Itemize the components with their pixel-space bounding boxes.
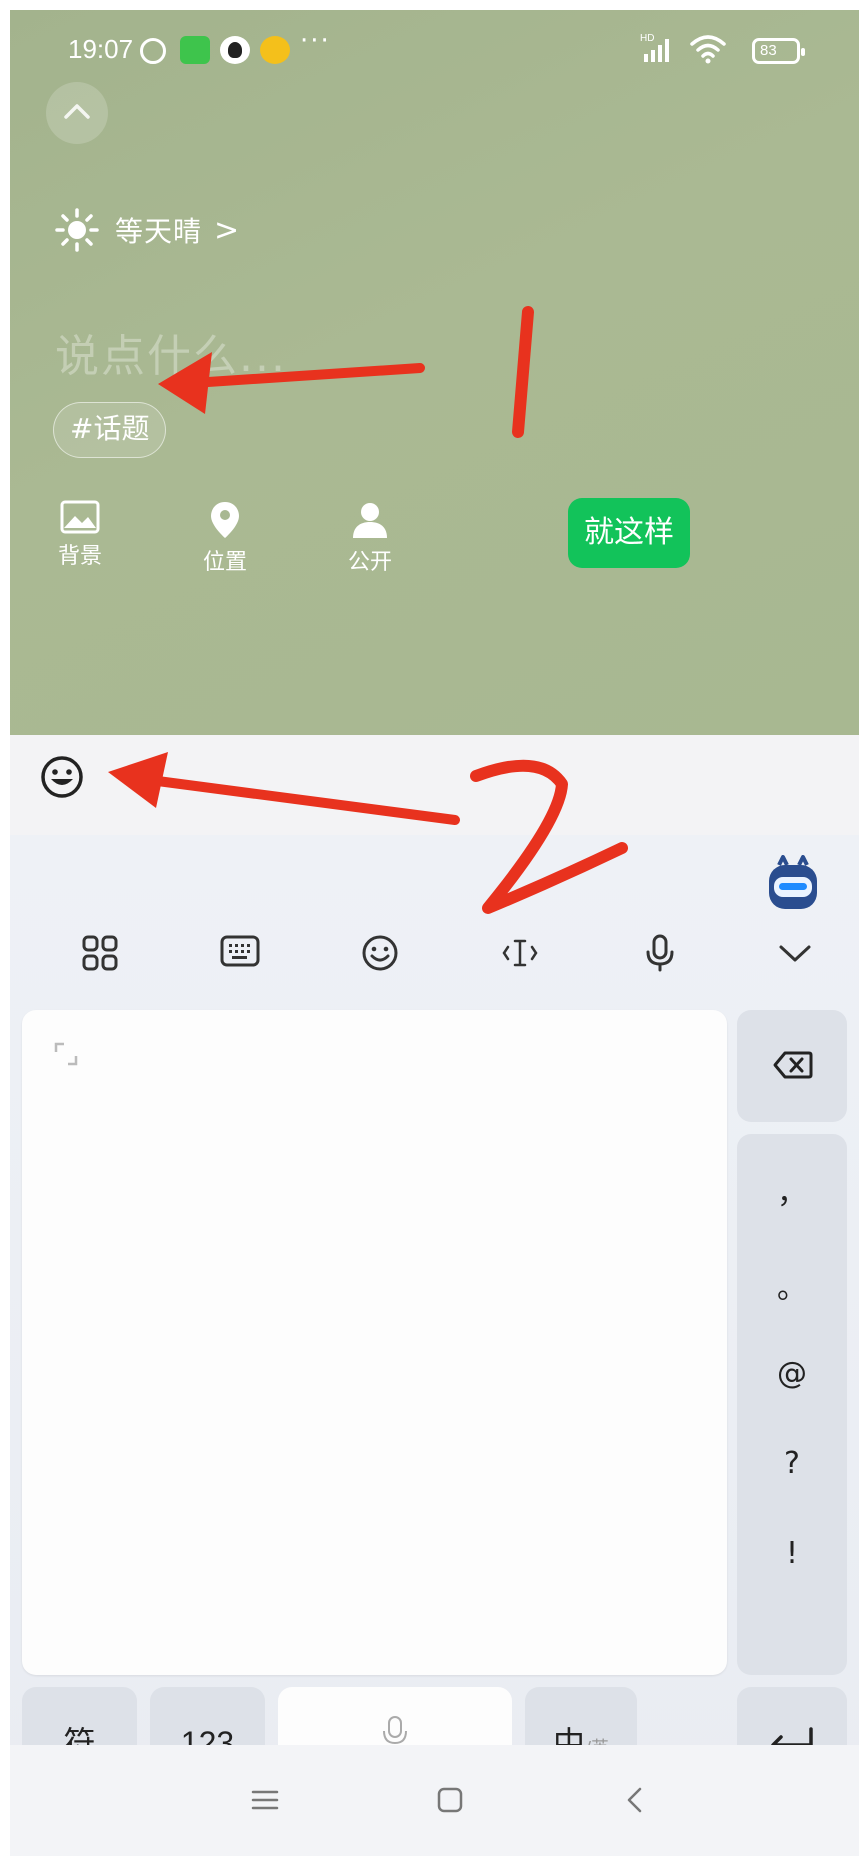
wifi-icon: [690, 35, 726, 64]
sun-icon: [55, 208, 99, 252]
visibility-button[interactable]: 公开: [330, 500, 410, 576]
chevron-up-icon: [64, 104, 90, 119]
chevron-down-icon: [779, 945, 811, 962]
smiley-icon: [362, 935, 398, 971]
text-cursor-icon: [502, 939, 538, 967]
location-button[interactable]: 位置: [185, 500, 265, 576]
microphone-icon: [646, 934, 674, 972]
backspace-key[interactable]: [737, 1010, 847, 1122]
punct-key-at[interactable]: @: [737, 1334, 847, 1414]
topic-button[interactable]: #话题: [53, 402, 167, 458]
signal-icon: HD: [640, 33, 669, 62]
annotation-mark-1-label: 1: [0, 0, 1, 1]
keyboard-menu-button[interactable]: [70, 933, 130, 985]
input-method-keyboard: ， 。 @ ? ! 符 123 中/英: [10, 835, 859, 1856]
keyboard-switch-button[interactable]: [210, 933, 270, 985]
more-notifications-icon: ···: [300, 26, 331, 56]
weather-status-selector[interactable]: 等天晴 >: [55, 205, 239, 255]
submit-button[interactable]: 就这样: [568, 498, 690, 568]
chevron-right-icon: >: [214, 212, 240, 248]
battery-level: 83: [760, 42, 777, 59]
punct-key-comma[interactable]: ，: [737, 1154, 847, 1234]
collapse-button[interactable]: [46, 82, 108, 144]
status-editor-panel: 19:07 ··· HD 83 等天晴 > 说点什么... #话题 背景 位置 …: [10, 10, 859, 735]
punct-key-exclamation[interactable]: !: [737, 1514, 847, 1594]
handwriting-pad[interactable]: [22, 1010, 727, 1675]
background-label: 背景: [57, 544, 102, 569]
punct-key-question[interactable]: ?: [737, 1424, 847, 1504]
network-type-label: HD: [640, 33, 654, 44]
status-time: 19:07: [68, 34, 134, 64]
keyboard-hide-button[interactable]: [765, 933, 825, 985]
grid-icon: [82, 935, 118, 971]
annotation-mark-2-label: 2: [0, 0, 1, 1]
visibility-label: 公开: [347, 550, 392, 575]
voice-input-button[interactable]: [630, 933, 690, 985]
emoji-bar: [10, 735, 859, 835]
keyboard-emoji-button[interactable]: [350, 933, 410, 985]
system-nav-bar: [10, 1745, 859, 1856]
back-icon[interactable]: [610, 1775, 660, 1825]
person-icon: [353, 503, 387, 538]
location-pin-icon: [211, 502, 239, 538]
status-bar: 19:07 ··· HD 83: [10, 10, 859, 100]
expand-icon[interactable]: [52, 1040, 80, 1068]
weather-status-label: 等天晴: [115, 215, 203, 248]
home-icon[interactable]: [425, 1775, 475, 1825]
keyboard-mascot-icon[interactable]: [765, 855, 821, 915]
emoji-icon[interactable]: [40, 755, 84, 799]
alarm-icon: [140, 38, 166, 64]
app-notification-icon: [180, 36, 210, 64]
battery-icon: 83: [752, 38, 805, 64]
backspace-icon: [773, 1051, 813, 1079]
location-label: 位置: [202, 550, 247, 575]
keyboard-icon: [220, 935, 260, 967]
qq-icon: [220, 36, 250, 64]
app-badge-icon: [260, 36, 290, 64]
image-icon: [60, 500, 100, 534]
background-button[interactable]: 背景: [40, 500, 120, 570]
menu-icon[interactable]: [240, 1775, 290, 1825]
punctuation-column: ， 。 @ ? !: [737, 1134, 847, 1675]
cursor-move-button[interactable]: [490, 933, 550, 985]
status-text-input[interactable]: 说点什么...: [55, 320, 287, 384]
punct-key-period[interactable]: 。: [737, 1249, 847, 1329]
